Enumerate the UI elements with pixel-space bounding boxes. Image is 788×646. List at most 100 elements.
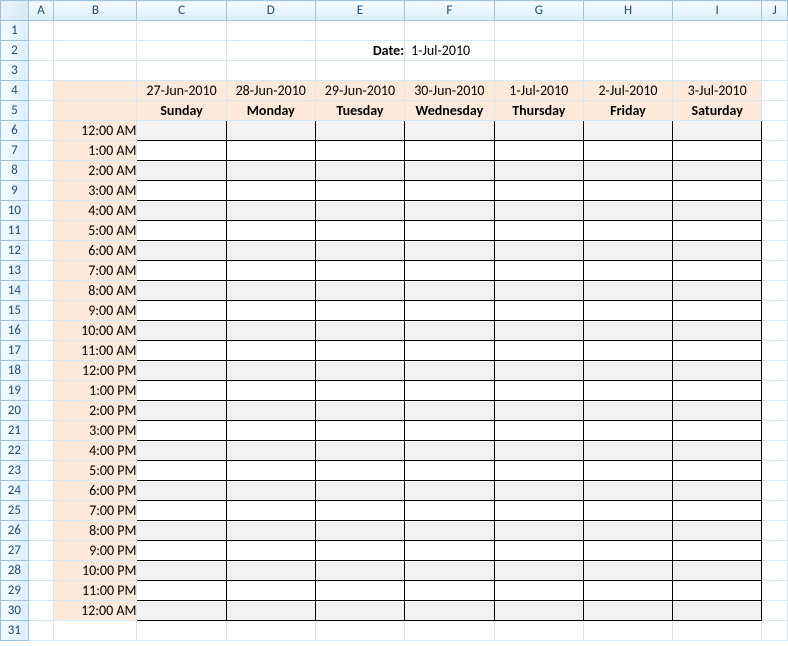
schedule-cell[interactable]	[673, 441, 762, 461]
row-header-22[interactable]: 22	[1, 441, 29, 461]
day-header[interactable]: Friday	[583, 101, 672, 121]
row-header-12[interactable]: 12	[1, 241, 29, 261]
row-header-11[interactable]: 11	[1, 221, 29, 241]
schedule-cell[interactable]	[226, 141, 315, 161]
schedule-cell[interactable]	[405, 461, 495, 481]
time-label[interactable]: 2:00 PM	[54, 401, 137, 421]
time-label[interactable]: 10:00 PM	[54, 561, 137, 581]
schedule-cell[interactable]	[673, 361, 762, 381]
cell[interactable]	[762, 581, 788, 601]
time-label[interactable]: 5:00 AM	[54, 221, 137, 241]
schedule-cell[interactable]	[226, 221, 315, 241]
schedule-cell[interactable]	[315, 381, 404, 401]
schedule-cell[interactable]	[137, 401, 226, 421]
cell[interactable]	[226, 61, 315, 81]
cell[interactable]	[762, 181, 788, 201]
schedule-cell[interactable]	[315, 181, 404, 201]
schedule-cell[interactable]	[583, 141, 672, 161]
date-header[interactable]: 1-Jul-2010	[494, 81, 583, 101]
cell[interactable]	[28, 581, 54, 601]
date-header[interactable]: 27-Jun-2010	[137, 81, 226, 101]
schedule-cell[interactable]	[137, 241, 226, 261]
cell[interactable]	[28, 241, 54, 261]
schedule-cell[interactable]	[673, 381, 762, 401]
cell[interactable]	[762, 341, 788, 361]
cell[interactable]	[762, 21, 788, 41]
schedule-cell[interactable]	[137, 601, 226, 621]
schedule-cell[interactable]	[405, 421, 495, 441]
schedule-cell[interactable]	[315, 361, 404, 381]
schedule-cell[interactable]	[226, 461, 315, 481]
schedule-cell[interactable]	[673, 401, 762, 421]
schedule-cell[interactable]	[315, 161, 404, 181]
schedule-cell[interactable]	[405, 281, 495, 301]
cell[interactable]	[28, 301, 54, 321]
cell[interactable]	[28, 41, 54, 61]
schedule-cell[interactable]	[494, 141, 583, 161]
schedule-cell[interactable]	[226, 181, 315, 201]
schedule-cell[interactable]	[405, 261, 495, 281]
col-header-E[interactable]: E	[315, 1, 404, 21]
schedule-cell[interactable]	[226, 601, 315, 621]
schedule-cell[interactable]	[583, 221, 672, 241]
schedule-cell[interactable]	[315, 401, 404, 421]
row-header-15[interactable]: 15	[1, 301, 29, 321]
schedule-cell[interactable]	[673, 161, 762, 181]
schedule-cell[interactable]	[673, 181, 762, 201]
time-label[interactable]: 4:00 AM	[54, 201, 137, 221]
schedule-cell[interactable]	[315, 201, 404, 221]
schedule-cell[interactable]	[494, 441, 583, 461]
day-header[interactable]: Saturday	[673, 101, 762, 121]
time-label[interactable]: 10:00 AM	[54, 321, 137, 341]
schedule-cell[interactable]	[315, 321, 404, 341]
schedule-cell[interactable]	[405, 601, 495, 621]
cell[interactable]	[28, 81, 54, 101]
schedule-cell[interactable]	[494, 541, 583, 561]
cell[interactable]	[28, 101, 54, 121]
schedule-cell[interactable]	[405, 181, 495, 201]
time-label[interactable]: 1:00 PM	[54, 381, 137, 401]
schedule-cell[interactable]	[226, 401, 315, 421]
schedule-cell[interactable]	[673, 141, 762, 161]
time-label[interactable]: 9:00 PM	[54, 541, 137, 561]
schedule-cell[interactable]	[494, 461, 583, 481]
schedule-cell[interactable]	[137, 521, 226, 541]
cell[interactable]	[762, 461, 788, 481]
cell[interactable]	[54, 101, 137, 121]
schedule-cell[interactable]	[673, 241, 762, 261]
row-header-25[interactable]: 25	[1, 501, 29, 521]
select-all-corner[interactable]	[1, 1, 29, 21]
day-header[interactable]: Thursday	[494, 101, 583, 121]
cell[interactable]	[762, 401, 788, 421]
schedule-cell[interactable]	[315, 281, 404, 301]
schedule-cell[interactable]	[405, 221, 495, 241]
schedule-cell[interactable]	[315, 481, 404, 501]
col-header-A[interactable]: A	[28, 1, 54, 21]
schedule-cell[interactable]	[226, 541, 315, 561]
schedule-cell[interactable]	[583, 301, 672, 321]
schedule-cell[interactable]	[494, 321, 583, 341]
schedule-cell[interactable]	[583, 261, 672, 281]
schedule-cell[interactable]	[315, 521, 404, 541]
cell[interactable]	[583, 41, 672, 61]
schedule-cell[interactable]	[405, 401, 495, 421]
time-label[interactable]: 6:00 PM	[54, 481, 137, 501]
row-header-29[interactable]: 29	[1, 581, 29, 601]
cell[interactable]	[762, 241, 788, 261]
schedule-cell[interactable]	[673, 561, 762, 581]
time-label[interactable]: 6:00 AM	[54, 241, 137, 261]
row-header-3[interactable]: 3	[1, 61, 29, 81]
cell[interactable]	[28, 61, 54, 81]
schedule-cell[interactable]	[137, 501, 226, 521]
schedule-cell[interactable]	[494, 361, 583, 381]
row-header-26[interactable]: 26	[1, 521, 29, 541]
date-header[interactable]: 2-Jul-2010	[583, 81, 672, 101]
schedule-cell[interactable]	[583, 581, 672, 601]
date-value[interactable]: 1-Jul-2010	[405, 41, 495, 61]
schedule-cell[interactable]	[673, 421, 762, 441]
time-label[interactable]: 12:00 PM	[54, 361, 137, 381]
cell[interactable]	[315, 21, 404, 41]
cell[interactable]	[28, 341, 54, 361]
cell[interactable]	[673, 61, 762, 81]
cell[interactable]	[494, 61, 583, 81]
